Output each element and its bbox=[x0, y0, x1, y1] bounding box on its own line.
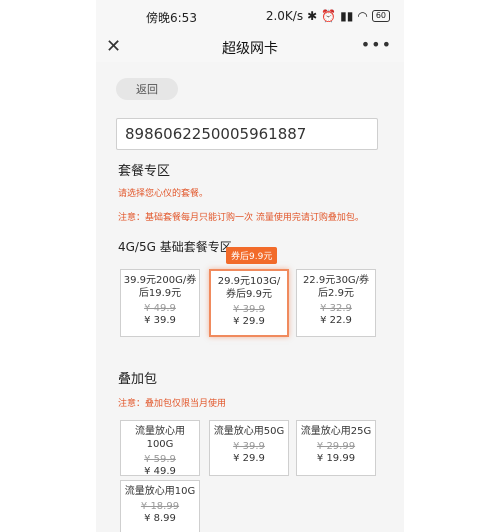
net-speed: 2.0K/s bbox=[265, 9, 304, 23]
addon-package-card[interactable]: 流量放心用25G ¥ 29.99 ¥ 19.99 bbox=[296, 420, 376, 476]
original-price: ¥ 18.99 bbox=[140, 501, 180, 512]
package-name: 29.9元103G/券后9.9元 bbox=[217, 276, 281, 300]
status-right: 2.0K/s ✱ ⏰ ▮▮ ◠ 60 bbox=[266, 9, 390, 23]
wifi-icon: ◠ bbox=[357, 9, 368, 23]
package-price: ¥ 29.9 bbox=[233, 453, 265, 464]
original-price: ¥ 59.9 bbox=[144, 454, 176, 465]
package-notice: 注意：基础套餐每月只能订购一次 流量使用完请订购叠加包。 bbox=[118, 213, 364, 223]
card-number-field[interactable] bbox=[116, 118, 378, 150]
main-content: 返回 套餐专区 请选择您心仪的套餐。 注意：基础套餐每月只能订购一次 流量使用完… bbox=[96, 62, 404, 532]
package-hint: 请选择您心仪的套餐。 bbox=[118, 189, 209, 199]
package-price: ¥ 29.9 bbox=[233, 316, 265, 327]
more-options-icon[interactable]: ••• bbox=[361, 35, 392, 54]
package-name: 39.9元200G/券后19.9元 bbox=[123, 275, 197, 299]
alarm-icon: ⏰ bbox=[321, 9, 337, 23]
basic-package-card[interactable]: 39.9元200G/券后19.9元 ¥ 49.9 ¥ 39.9 bbox=[120, 269, 200, 337]
package-price: ¥ 22.9 bbox=[320, 315, 352, 326]
battery-icon: 60 bbox=[371, 10, 390, 22]
package-section-title: 套餐专区 bbox=[118, 164, 171, 179]
original-price: ¥ 49.9 bbox=[144, 303, 176, 314]
coupon-badge: 券后9.9元 bbox=[226, 247, 278, 264]
status-bar: 傍晚6:53 2.0K/s ✱ ⏰ ▮▮ ◠ 60 bbox=[96, 0, 404, 32]
status-time: 傍晚6:53 bbox=[146, 11, 197, 25]
addon-package-card[interactable]: 流量放心用10G ¥ 18.99 ¥ 8.99 bbox=[120, 480, 200, 532]
basic-section-title: 4G/5G 基础套餐专区 bbox=[118, 240, 232, 254]
page-title: 超级网卡 bbox=[222, 41, 278, 57]
addon-package-card[interactable]: 流量放心用100G ¥ 59.9 ¥ 49.9 bbox=[120, 420, 200, 477]
addon-notice: 注意：叠加包仅限当月使用 bbox=[118, 399, 227, 409]
package-name: 流量放心用10G bbox=[124, 486, 196, 497]
addon-package-card[interactable]: 流量放心用50G ¥ 39.9 ¥ 29.9 bbox=[209, 420, 289, 476]
package-name: 流量放心用50G bbox=[213, 426, 285, 437]
package-price: ¥ 19.99 bbox=[316, 453, 356, 464]
title-bar: ✕ 超级网卡 ••• bbox=[96, 32, 404, 62]
original-price: ¥ 39.9 bbox=[233, 441, 265, 452]
package-name: 流量放心用25G bbox=[300, 426, 372, 437]
package-name: 22.9元30G/券后2.9元 bbox=[302, 275, 370, 299]
phone-screen: 傍晚6:53 2.0K/s ✱ ⏰ ▮▮ ◠ 60 ✕ 超级网卡 ••• 返回 … bbox=[96, 0, 404, 532]
package-price: ¥ 8.99 bbox=[144, 513, 176, 524]
package-name: 流量放心用100G bbox=[135, 426, 185, 450]
original-price: ¥ 32.9 bbox=[320, 303, 352, 314]
package-price: ¥ 49.9 bbox=[144, 466, 176, 477]
basic-package-card[interactable]: 22.9元30G/券后2.9元 ¥ 32.9 ¥ 22.9 bbox=[296, 269, 376, 337]
signal-icon: ▮▮ bbox=[340, 9, 354, 23]
basic-package-card-selected[interactable]: 29.9元103G/券后9.9元 ¥ 39.9 ¥ 29.9 bbox=[209, 269, 289, 337]
addon-section-title: 叠加包 bbox=[118, 372, 158, 387]
package-price: ¥ 39.9 bbox=[144, 315, 176, 326]
bluetooth-icon: ✱ bbox=[307, 9, 318, 23]
original-price: ¥ 29.99 bbox=[316, 441, 356, 452]
original-price: ¥ 39.9 bbox=[233, 304, 265, 315]
back-button[interactable]: 返回 bbox=[116, 78, 178, 100]
